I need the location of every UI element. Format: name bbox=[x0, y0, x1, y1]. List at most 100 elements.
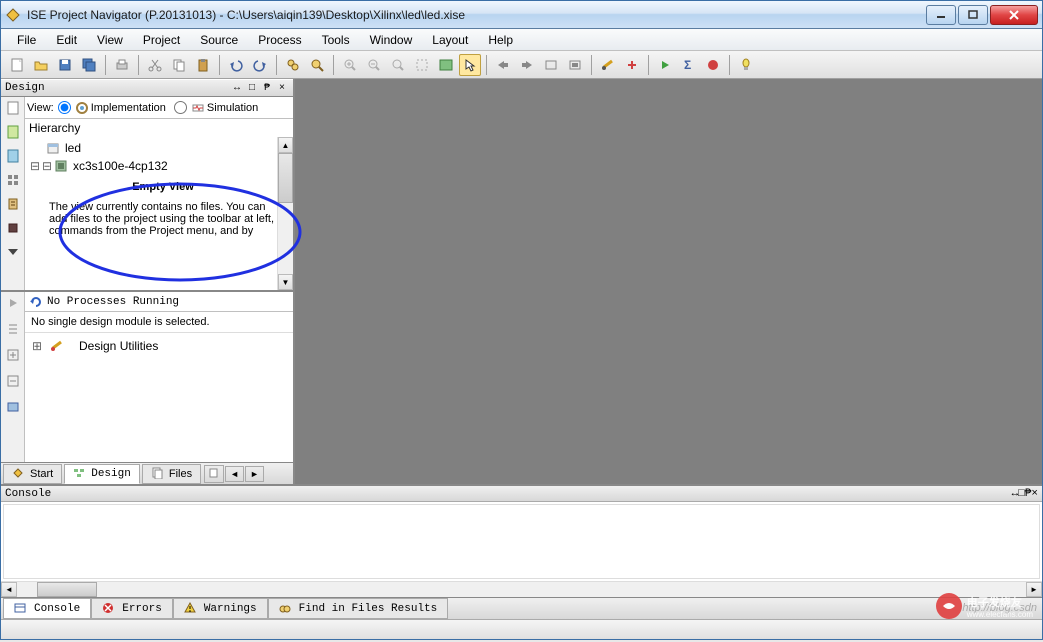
design-panel-header: Design ↔ □ ₱ × bbox=[1, 79, 293, 97]
design-tab[interactable]: Design bbox=[64, 464, 140, 484]
find-results-tab[interactable]: Find in Files Results bbox=[268, 598, 449, 619]
console-autohide-icon[interactable]: ₱ bbox=[1025, 488, 1032, 500]
start-tab[interactable]: Start bbox=[3, 464, 62, 484]
console-scrollbar[interactable]: ◄ ► bbox=[1, 581, 1042, 597]
find-files-button[interactable] bbox=[306, 54, 328, 76]
proc-expand-icon[interactable] bbox=[4, 346, 22, 364]
print-button[interactable] bbox=[111, 54, 133, 76]
menu-project[interactable]: Project bbox=[133, 31, 190, 49]
save-button[interactable] bbox=[54, 54, 76, 76]
scroll-thumb[interactable] bbox=[278, 153, 293, 203]
proc-view-icon[interactable] bbox=[4, 398, 22, 416]
implementation-radio[interactable] bbox=[58, 101, 71, 114]
scroll-down-button[interactable]: ▼ bbox=[278, 274, 293, 290]
panel-float-icon[interactable]: □ bbox=[245, 81, 259, 95]
pan-button[interactable] bbox=[435, 54, 457, 76]
maximize-button[interactable] bbox=[958, 5, 988, 25]
zoom-fit-button[interactable] bbox=[387, 54, 409, 76]
main-toolbar: Σ bbox=[1, 51, 1042, 79]
menu-process[interactable]: Process bbox=[248, 31, 311, 49]
find-button[interactable] bbox=[282, 54, 304, 76]
start-icon bbox=[12, 467, 26, 481]
expand-icon[interactable] bbox=[4, 243, 22, 261]
warnings-tab[interactable]: Warnings bbox=[173, 598, 268, 619]
hierarchy-scrollbar[interactable]: ▲ ▼ bbox=[277, 137, 293, 290]
console-tab[interactable]: Console bbox=[3, 598, 91, 619]
minimize-button[interactable] bbox=[926, 5, 956, 25]
files-icon bbox=[151, 467, 165, 481]
h-scroll-thumb[interactable] bbox=[37, 582, 97, 597]
zoom-select-button[interactable] bbox=[411, 54, 433, 76]
design-utilities-row[interactable]: ⊞ Design Utilities bbox=[31, 337, 287, 355]
zoom-in-button[interactable] bbox=[339, 54, 361, 76]
view-selector: View: Implementation Simulation bbox=[25, 97, 293, 119]
console-float-icon[interactable]: □ bbox=[1018, 488, 1025, 500]
menu-file[interactable]: File bbox=[7, 31, 46, 49]
back-button[interactable] bbox=[492, 54, 514, 76]
scroll-up-button[interactable]: ▲ bbox=[278, 137, 293, 153]
console-close-icon[interactable]: × bbox=[1031, 488, 1038, 500]
bookmark-button[interactable] bbox=[564, 54, 586, 76]
proc-tree-icon[interactable] bbox=[4, 320, 22, 338]
constraints-icon[interactable] bbox=[4, 195, 22, 213]
chip-icon[interactable] bbox=[4, 219, 22, 237]
goto-button[interactable] bbox=[540, 54, 562, 76]
console-output[interactable] bbox=[3, 504, 1040, 579]
panel-close-icon[interactable]: × bbox=[275, 81, 289, 95]
tab-more-icon[interactable] bbox=[204, 465, 224, 483]
add-source-icon[interactable] bbox=[4, 147, 22, 165]
zoom-out-button[interactable] bbox=[363, 54, 385, 76]
menu-layout[interactable]: Layout bbox=[422, 31, 478, 49]
panel-dock-left-icon[interactable]: ↔ bbox=[230, 81, 244, 95]
window-titlebar: ISE Project Navigator (P.20131013) - C:\… bbox=[1, 1, 1042, 29]
errors-tab[interactable]: Errors bbox=[91, 598, 173, 619]
simulation-label: Simulation bbox=[207, 102, 258, 114]
proc-collapse-icon[interactable] bbox=[4, 372, 22, 390]
empty-view-title: Empty View bbox=[49, 181, 277, 193]
tree-project-row[interactable]: led bbox=[29, 139, 289, 157]
menu-view[interactable]: View bbox=[87, 31, 133, 49]
left-panel-tabs: Start Design Files ◄ ► bbox=[1, 462, 293, 484]
forward-button[interactable] bbox=[516, 54, 538, 76]
run-button[interactable] bbox=[654, 54, 676, 76]
strategy-button[interactable] bbox=[621, 54, 643, 76]
scroll-left-button[interactable]: ◄ bbox=[1, 582, 17, 597]
paste-button[interactable] bbox=[192, 54, 214, 76]
redo-button[interactable] bbox=[249, 54, 271, 76]
undo-button[interactable] bbox=[225, 54, 247, 76]
menu-window[interactable]: Window bbox=[360, 31, 423, 49]
tree-device-row[interactable]: ⊟ ⊟ xc3s100e-4cp132 bbox=[29, 157, 289, 175]
panel-autohide-icon[interactable]: ₱ bbox=[260, 81, 274, 95]
open-button[interactable] bbox=[30, 54, 52, 76]
new-button[interactable] bbox=[6, 54, 28, 76]
no-processes-text: No Processes Running bbox=[47, 296, 179, 308]
help-button[interactable] bbox=[735, 54, 757, 76]
stop-button[interactable] bbox=[702, 54, 724, 76]
menu-help[interactable]: Help bbox=[478, 31, 523, 49]
processes-running-bar: No Processes Running bbox=[25, 292, 293, 312]
menu-tools[interactable]: Tools bbox=[312, 31, 360, 49]
tab-prev-icon[interactable]: ◄ bbox=[225, 466, 244, 482]
close-button[interactable] bbox=[990, 5, 1038, 25]
simulation-radio[interactable] bbox=[174, 101, 187, 114]
settings-button[interactable] bbox=[597, 54, 619, 76]
empty-view-text: The view currently contains no files. Yo… bbox=[49, 201, 277, 237]
source-icon[interactable] bbox=[4, 99, 22, 117]
menu-source[interactable]: Source bbox=[190, 31, 248, 49]
menu-edit[interactable]: Edit bbox=[46, 31, 87, 49]
cut-button[interactable] bbox=[144, 54, 166, 76]
process-tree[interactable]: ⊞ Design Utilities bbox=[25, 333, 293, 359]
implement-button[interactable]: Σ bbox=[678, 54, 700, 76]
console-tabs: Console Errors Warnings Find in Files Re… bbox=[1, 597, 1042, 619]
grid-icon[interactable] bbox=[4, 171, 22, 189]
save-all-button[interactable] bbox=[78, 54, 100, 76]
tab-next-icon[interactable]: ► bbox=[245, 466, 264, 482]
copy-button[interactable] bbox=[168, 54, 190, 76]
console-dock-icon[interactable]: ↔ bbox=[1012, 488, 1019, 500]
new-source-icon[interactable] bbox=[4, 123, 22, 141]
files-tab[interactable]: Files bbox=[142, 464, 201, 484]
pointer-button[interactable] bbox=[459, 54, 481, 76]
run-proc-icon[interactable] bbox=[4, 294, 22, 312]
console-header: Console ↔ □ ₱ × bbox=[1, 486, 1042, 502]
hierarchy-tree[interactable]: led ⊟ ⊟ xc3s100e-4cp132 Empty View The v… bbox=[25, 137, 293, 290]
